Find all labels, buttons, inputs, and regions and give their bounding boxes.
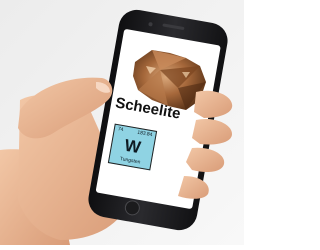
scene-illustration bbox=[0, 0, 244, 245]
element-tile-fill bbox=[107, 123, 158, 171]
photo-scene: Scheelite 74 183.84 W Tungsten bbox=[0, 0, 244, 245]
